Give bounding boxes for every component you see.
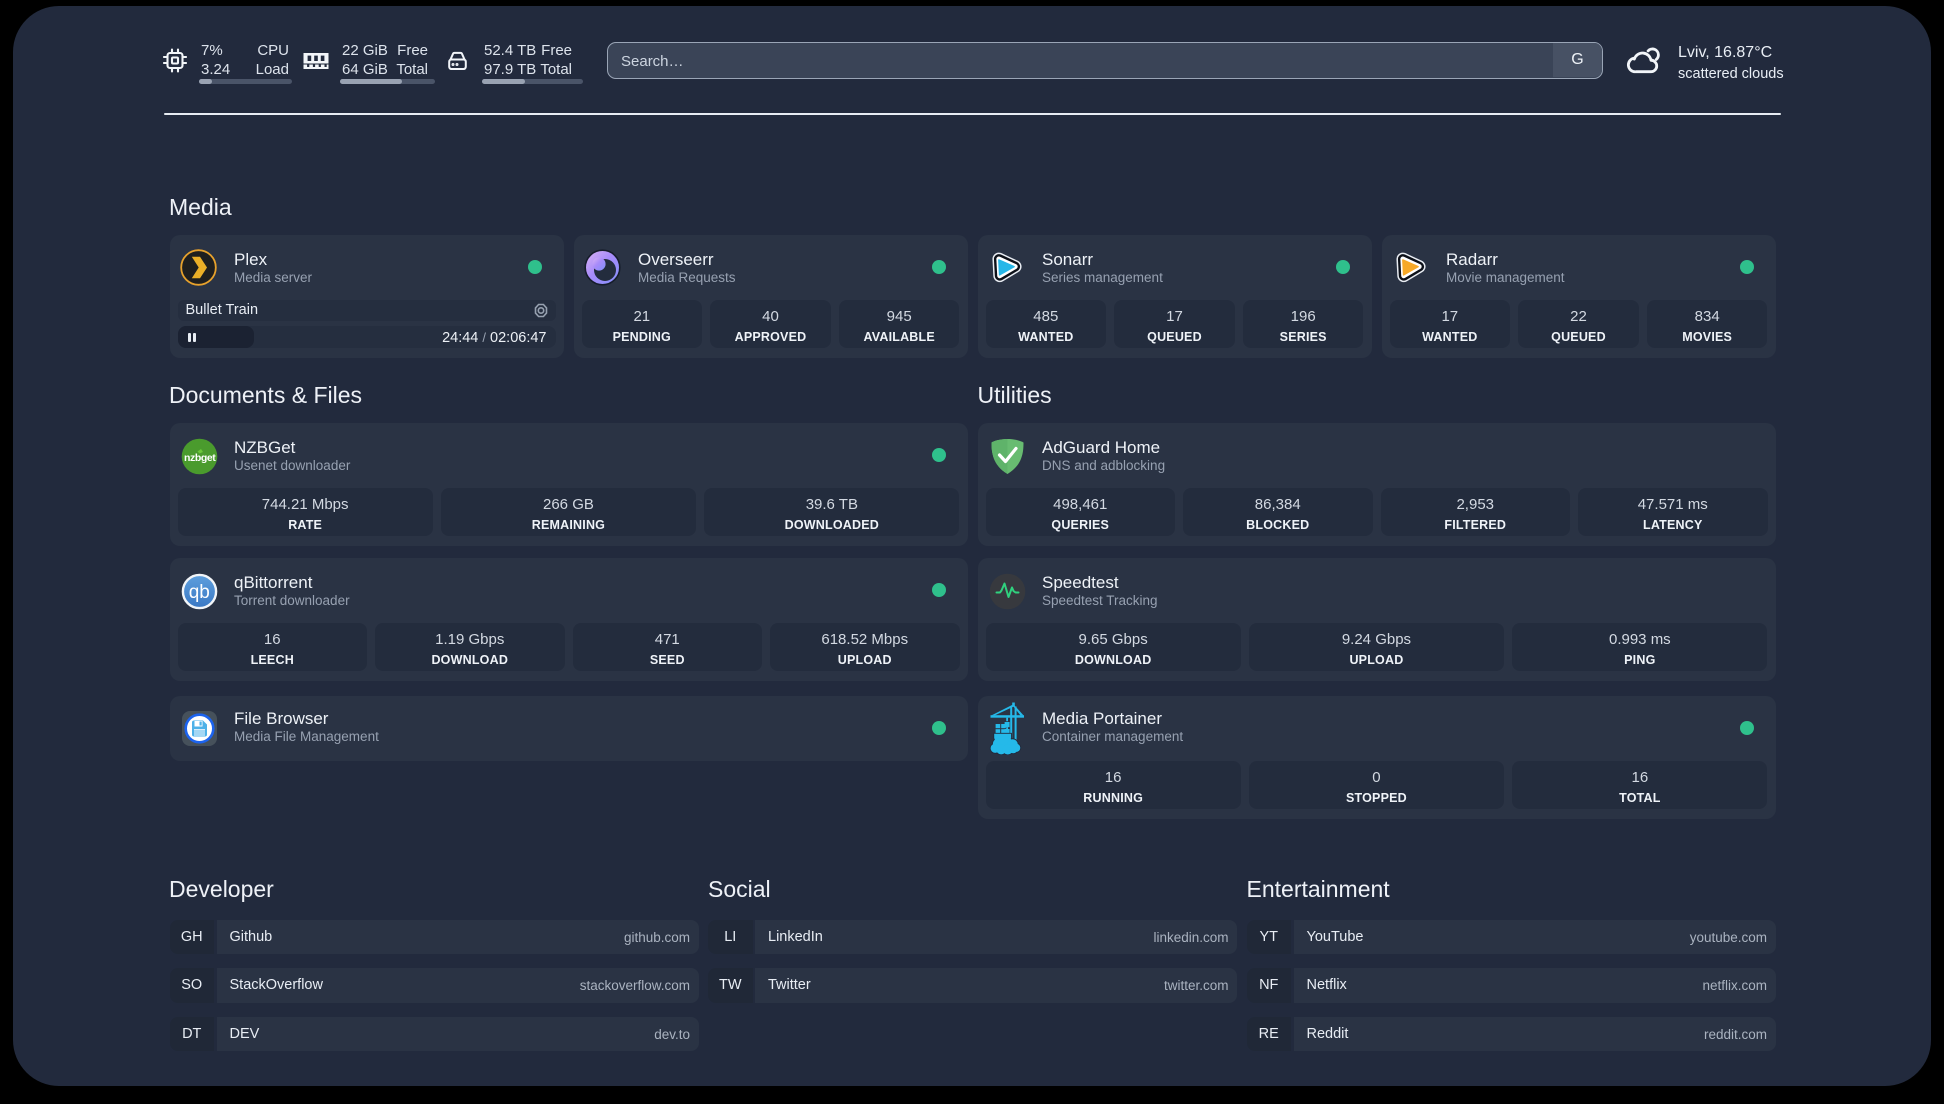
- svg-text:qb: qb: [189, 581, 210, 602]
- svg-text:nzbget: nzbget: [184, 452, 216, 464]
